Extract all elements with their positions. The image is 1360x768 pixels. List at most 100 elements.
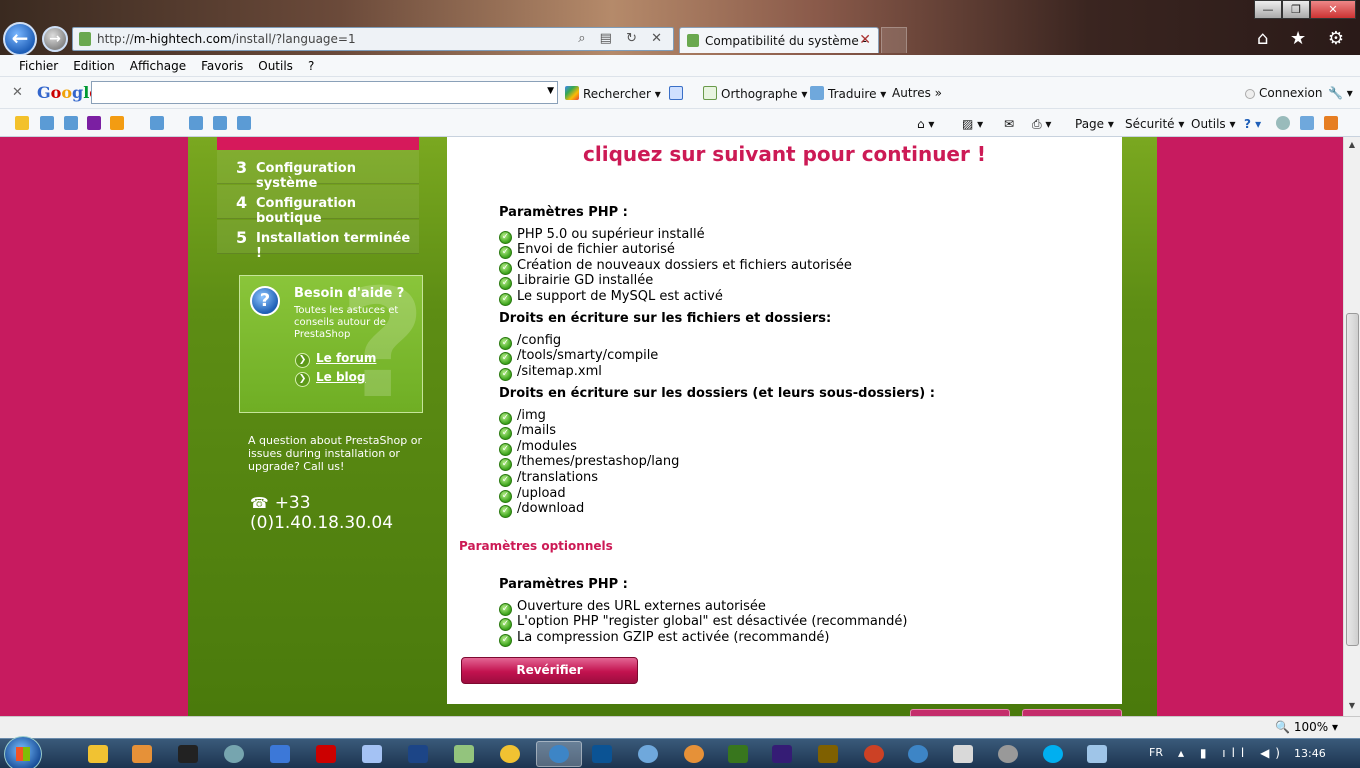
maximize-button[interactable]: ❐ — [1282, 0, 1310, 19]
notepad-icon[interactable] — [362, 745, 382, 763]
check-label: /sitemap.xml — [517, 364, 602, 379]
google-search-input[interactable]: ▼ — [91, 81, 558, 104]
help-icon[interactable]: ? ▾ — [1244, 117, 1261, 131]
menu-fichier[interactable]: Fichier — [19, 59, 58, 73]
explorer-icon[interactable] — [88, 745, 108, 763]
page-menu[interactable]: Page ▾ — [1075, 117, 1114, 131]
favorite-link-icon[interactable] — [189, 116, 203, 130]
print-icon[interactable]: ⎙ ▾ — [1032, 117, 1051, 132]
mail-icon[interactable]: ✉ — [1004, 117, 1014, 131]
favorites-star-icon[interactable] — [15, 116, 29, 130]
firefox-icon[interactable] — [684, 745, 704, 763]
search-dropdown-icon[interactable]: ▼ — [547, 86, 554, 96]
minimize-button[interactable]: — — [1254, 0, 1282, 19]
close-toolbar-icon[interactable]: ✕ — [12, 85, 23, 100]
system-tray-icons[interactable]: ▴ ▮ ıll ◀) — [1178, 746, 1286, 760]
photoshop-icon[interactable] — [592, 745, 612, 763]
blogger-icon[interactable] — [110, 116, 124, 130]
research-icon[interactable] — [1300, 116, 1314, 130]
rechercher-button[interactable]: Rechercher ▾ — [565, 86, 661, 101]
app-icon[interactable] — [224, 745, 244, 763]
feeds-icon[interactable]: ▨ ▾ — [962, 117, 983, 131]
address-bar[interactable]: http://m-hightech.com/install/?language=… — [72, 27, 674, 51]
new-tab-button[interactable] — [881, 27, 907, 53]
favorite-link-icon[interactable] — [64, 116, 78, 130]
yahoo-icon[interactable] — [87, 116, 101, 130]
scroll-up-icon[interactable]: ▲ — [1346, 140, 1358, 152]
connexion-button[interactable]: Connexion — [1245, 86, 1323, 100]
outils-menu[interactable]: Outils ▾ — [1191, 117, 1236, 131]
zoom-control[interactable]: 🔍 100% ▾ — [1275, 720, 1338, 734]
file-permissions-title: Droits en écriture sur les fichiers et d… — [499, 311, 832, 326]
forward-button[interactable]: → — [42, 26, 68, 52]
blog-link[interactable]: ❯ Le blog — [295, 370, 366, 387]
forum-link[interactable]: ❯ Le forum — [295, 351, 376, 368]
optional-php-title: Paramètres PHP : — [499, 577, 628, 592]
url-text[interactable]: http://m-hightech.com/install/?language=… — [97, 32, 356, 46]
menu-outils[interactable]: Outils — [258, 59, 293, 73]
autres-button[interactable]: Autres » — [892, 86, 942, 100]
app-icon[interactable] — [270, 745, 290, 763]
check-item: ✓ /sitemap.xml — [499, 364, 602, 381]
favorite-star-button[interactable] — [669, 86, 687, 101]
skype-icon[interactable] — [1043, 745, 1063, 763]
app-icon[interactable] — [454, 745, 474, 763]
media-player-icon[interactable] — [132, 745, 152, 763]
tab-favicon-icon — [687, 34, 699, 47]
url-domain: m-hightech.com — [133, 32, 232, 46]
app-icon[interactable] — [998, 745, 1018, 763]
app-icon[interactable] — [178, 745, 198, 763]
favorite-link-icon[interactable] — [150, 116, 164, 130]
app-icon[interactable] — [864, 745, 884, 763]
check-label: La compression GZIP est activée (recomma… — [517, 630, 830, 645]
scroll-down-icon[interactable]: ▼ — [1346, 701, 1358, 713]
app-icon[interactable] — [908, 745, 928, 763]
favorite-link-icon[interactable] — [237, 116, 251, 130]
gear-icon[interactable] — [1276, 116, 1290, 130]
addon-icon[interactable] — [1324, 116, 1338, 130]
app-icon[interactable] — [500, 745, 520, 763]
filezilla-icon[interactable] — [316, 745, 336, 763]
home-favorites-tools-icons[interactable]: ⌂ ★ ⚙ — [1257, 28, 1352, 49]
start-button[interactable] — [4, 736, 42, 768]
translate-icon — [810, 86, 824, 100]
home-icon[interactable]: ⌂ ▾ — [917, 117, 934, 131]
menu-help[interactable]: ? — [308, 59, 314, 73]
address-bar-icons[interactable]: ⌕ ▤ ↻ ✕ — [578, 31, 667, 46]
favorite-link-icon[interactable] — [213, 116, 227, 130]
dreamweaver-icon[interactable] — [728, 745, 748, 763]
language-indicator[interactable]: FR — [1149, 746, 1163, 759]
calculator-icon[interactable] — [953, 745, 973, 763]
star-icon — [669, 86, 683, 100]
tab-compatibility[interactable]: Compatibilité du système - ... ✕ — [679, 27, 879, 62]
menu-edition[interactable]: Edition — [73, 59, 115, 73]
vertical-scrollbar[interactable]: ▲ ▼ — [1343, 137, 1360, 716]
favorite-link-icon[interactable] — [40, 116, 54, 130]
tab-close-icon[interactable]: ✕ — [859, 32, 871, 48]
app-icon[interactable] — [638, 745, 658, 763]
help-text: Toutes les astuces et conseils autour de… — [294, 305, 399, 340]
app-icon[interactable] — [1087, 745, 1107, 763]
menu-favoris[interactable]: Favoris — [201, 59, 243, 73]
clock[interactable]: 13:46 — [1294, 747, 1326, 760]
check-label: /tools/smarty/compile — [517, 348, 659, 363]
scroll-thumb[interactable] — [1346, 313, 1359, 646]
close-window-button[interactable]: ✕ — [1310, 0, 1356, 19]
next-button[interactable] — [1022, 709, 1122, 716]
blog-link-label: Le blog — [316, 370, 366, 384]
word-icon[interactable] — [408, 745, 428, 763]
menu-affichage[interactable]: Affichage — [130, 59, 186, 73]
check-label: /modules — [517, 439, 577, 454]
app-icon[interactable] — [818, 745, 838, 763]
arrow-right-icon: ❯ — [295, 353, 310, 368]
previous-button[interactable] — [910, 709, 1010, 716]
app-icon[interactable] — [772, 745, 792, 763]
check-ok-icon: ✓ — [499, 634, 512, 647]
securite-menu[interactable]: Sécurité ▾ — [1125, 117, 1184, 131]
recheck-button[interactable]: Revérifier — [461, 657, 638, 684]
traduire-button[interactable]: Traduire ▾ — [810, 86, 886, 101]
orthographe-button[interactable]: Orthographe ▾ — [703, 86, 807, 101]
back-button[interactable]: ← — [3, 22, 37, 56]
ie-taskbar-button[interactable] — [536, 741, 582, 767]
toolbar-settings-icon[interactable]: 🔧 ▾ — [1328, 86, 1353, 100]
